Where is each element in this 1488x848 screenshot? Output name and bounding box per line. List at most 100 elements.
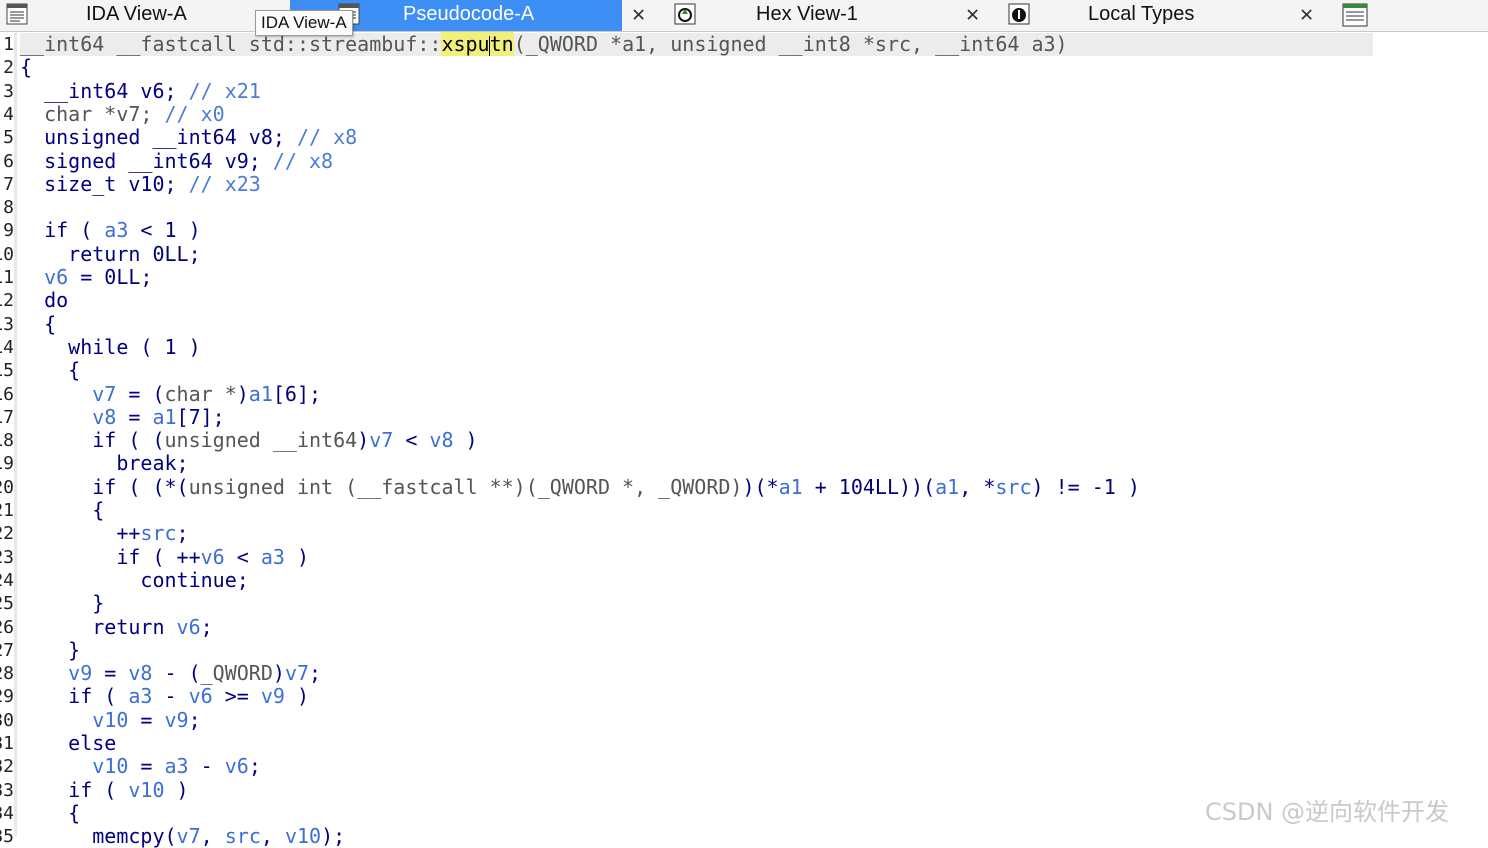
close-tab-pseudocode-icon[interactable]: ✕ <box>632 2 645 27</box>
code-token: = 0LL; <box>68 265 153 289</box>
code-line[interactable]: size_t v10; // x23 <box>20 171 261 196</box>
code-line[interactable]: v6 = 0LL; <box>20 266 152 289</box>
code-token: ; <box>309 661 322 686</box>
line-number: 17 <box>0 406 14 428</box>
code-line[interactable]: memcpy(v7, src, v10); <box>20 825 345 848</box>
code-token: - <box>188 754 225 779</box>
code-token: do <box>20 288 69 313</box>
code-line[interactable]: return v6; <box>20 614 213 639</box>
code-token: )(* <box>742 474 779 499</box>
code-line[interactable]: if ( a3 < 1 ) <box>20 219 201 242</box>
code-line[interactable]: signed __int64 v9; // x8 <box>20 148 334 173</box>
pseudocode-view[interactable]: __int64 __fastcall std::streambuf::xsput… <box>20 32 1375 848</box>
code-token: a3 <box>260 544 285 569</box>
code-line[interactable]: } <box>20 592 104 615</box>
line-number: 18 <box>0 430 14 452</box>
code-line[interactable]: if ( (unsigned __int64)v7 < v8 ) <box>20 428 478 453</box>
code-token: v6 <box>20 265 69 289</box>
line-number: 16 <box>0 383 14 405</box>
code-token: v8 <box>128 661 153 686</box>
code-line[interactable]: do <box>20 289 68 312</box>
code-line[interactable]: char *v7; // x0 <box>20 101 225 126</box>
code-token: tn <box>489 32 514 56</box>
code-token: // x8 <box>272 148 334 173</box>
code-token: char * <box>164 381 237 406</box>
code-token: - <box>152 684 189 709</box>
line-number: 11 <box>0 267 14 288</box>
tab-label: Hex View-1 <box>756 3 858 25</box>
code-token: if ( ( <box>20 428 165 453</box>
line-number: 7 <box>3 173 14 195</box>
panel-menu-icon[interactable] <box>1342 3 1368 27</box>
code-token: a3 <box>164 754 189 779</box>
line-number: 3 <box>3 80 14 102</box>
code-line[interactable]: if ( a3 - v6 >= v9 ) <box>20 685 309 708</box>
code-token: ) <box>453 428 478 453</box>
line-number: 22 <box>0 523 14 545</box>
code-token: __int64 v6; <box>20 78 189 103</box>
tab-ida-view-a[interactable]: IDA View-A <box>0 0 290 31</box>
code-line[interactable]: break; <box>20 452 188 475</box>
code-token: ) <box>272 661 285 686</box>
function-signature[interactable]: __int64 __fastcall std::streambuf::xsput… <box>20 32 1373 56</box>
code-line[interactable]: { <box>20 56 32 79</box>
code-line[interactable]: unsigned __int64 v8; // x8 <box>20 126 357 149</box>
code-line[interactable]: { <box>20 801 80 825</box>
code-token: else <box>20 731 117 755</box>
code-token: return <box>20 614 177 639</box>
code-line[interactable]: v10 = a3 - v6; <box>20 755 261 778</box>
tab-tooltip: IDA View-A <box>255 10 353 36</box>
code-line[interactable]: if ( v10 ) <box>20 778 188 802</box>
code-line[interactable]: { <box>20 312 56 336</box>
code-token: continue; <box>20 567 249 592</box>
code-token: return 0LL; <box>20 241 201 266</box>
code-line[interactable]: v9 = v8 - (_QWORD)v7; <box>20 662 321 685</box>
code-line[interactable]: if ( (*(unsigned int (__fastcall **)(_QW… <box>20 474 1140 499</box>
code-token: [6]; <box>272 381 322 406</box>
line-number: 9 <box>3 220 14 242</box>
code-token: (_QWORD *a1, unsigned __int8 *src, __int… <box>513 32 1068 56</box>
code-token: _QWORD <box>200 661 273 686</box>
code-line[interactable]: __int64 v6; // x21 <box>20 78 261 103</box>
code-token: v6 <box>200 544 225 569</box>
code-token: if ( ++ <box>20 544 201 569</box>
code-line[interactable]: v7 = (char *)a1[6]; <box>20 381 322 406</box>
code-token: // x0 <box>164 101 225 126</box>
code-line[interactable]: continue; <box>20 567 249 592</box>
code-token: < <box>393 428 430 453</box>
code-line[interactable]: v8 = a1[7]; <box>20 404 224 429</box>
code-line[interactable]: v10 = v9; <box>20 708 200 732</box>
code-token: ; <box>200 614 213 639</box>
line-number: 14 <box>0 336 14 358</box>
code-line[interactable]: else <box>20 732 116 755</box>
code-line[interactable]: if ( ++v6 < a3 ) <box>20 544 309 569</box>
tab-local-types[interactable]: Local Types <box>998 0 1288 31</box>
code-line[interactable]: } <box>20 638 80 662</box>
close-tab-hex-icon[interactable]: ✕ <box>966 2 979 27</box>
line-number: 20 <box>0 476 14 498</box>
code-token: size_t v10; <box>20 171 189 196</box>
tab-hex-view-1[interactable]: Hex View-1 <box>665 0 955 31</box>
code-line[interactable]: while ( 1 ) <box>20 335 200 359</box>
code-token: = <box>116 404 153 429</box>
code-line[interactable]: { <box>20 359 80 382</box>
code-line[interactable]: ++src; <box>20 522 188 545</box>
code-token: - ( <box>152 661 201 686</box>
code-token: ); <box>321 824 346 848</box>
code-line[interactable]: { <box>20 499 104 522</box>
code-token: { <box>20 498 105 522</box>
code-token: , <box>260 824 285 848</box>
code-token: unsigned int (__fastcall **)(_QWORD *, _… <box>188 474 743 499</box>
code-line[interactable]: return 0LL; <box>20 241 201 266</box>
code-token: v7 <box>369 428 394 453</box>
close-tab-local-types-icon[interactable]: ✕ <box>1300 2 1313 27</box>
line-number: 28 <box>0 663 14 685</box>
code-token: } <box>20 591 105 616</box>
ida-view-icon <box>6 3 28 25</box>
code-token: = ( <box>116 381 165 406</box>
code-token: // x23 <box>188 171 261 196</box>
code-token: v9 <box>20 661 93 686</box>
code-token: a1 <box>935 474 960 499</box>
code-token: v6 <box>176 614 201 639</box>
code-token: v10 <box>284 824 322 848</box>
